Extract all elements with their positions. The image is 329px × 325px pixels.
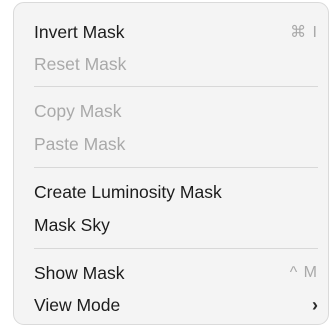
menu-item-label: Reset Mask <box>34 53 127 74</box>
menu-item-paste-mask: Paste Mask <box>34 131 318 157</box>
menu-item-create-luminosity-mask[interactable]: Create Luminosity Mask <box>34 179 318 205</box>
menu-item-label: Paste Mask <box>34 133 126 154</box>
menu-item-mask-sky[interactable]: Mask Sky <box>34 212 318 238</box>
menu-item-label: Create Luminosity Mask <box>34 181 222 202</box>
shortcut-label: ⌘ I <box>290 24 318 41</box>
menu-separator <box>34 167 318 168</box>
menu-item-label: Invert Mask <box>34 21 125 42</box>
menu-item-label: Show Mask <box>34 262 125 283</box>
context-menu: Invert Mask ⌘ I Reset Mask Copy Mask Pas… <box>13 2 329 325</box>
menu-separator <box>34 248 318 249</box>
menu-item-label: View Mode <box>34 294 121 315</box>
menu-item-label: Mask Sky <box>34 214 110 235</box>
menu-separator <box>34 86 318 87</box>
shortcut-label: ^ M <box>289 264 318 281</box>
menu-item-reset-mask: Reset Mask <box>34 51 318 77</box>
menu-item-copy-mask: Copy Mask <box>34 98 318 124</box>
menu-item-view-mode[interactable]: View Mode › <box>34 292 318 318</box>
menu-item-invert-mask[interactable]: Invert Mask ⌘ I <box>34 19 318 45</box>
menu-item-label: Copy Mask <box>34 100 122 121</box>
chevron-right-icon: › <box>312 294 318 315</box>
menu-item-show-mask[interactable]: Show Mask ^ M <box>34 260 318 286</box>
